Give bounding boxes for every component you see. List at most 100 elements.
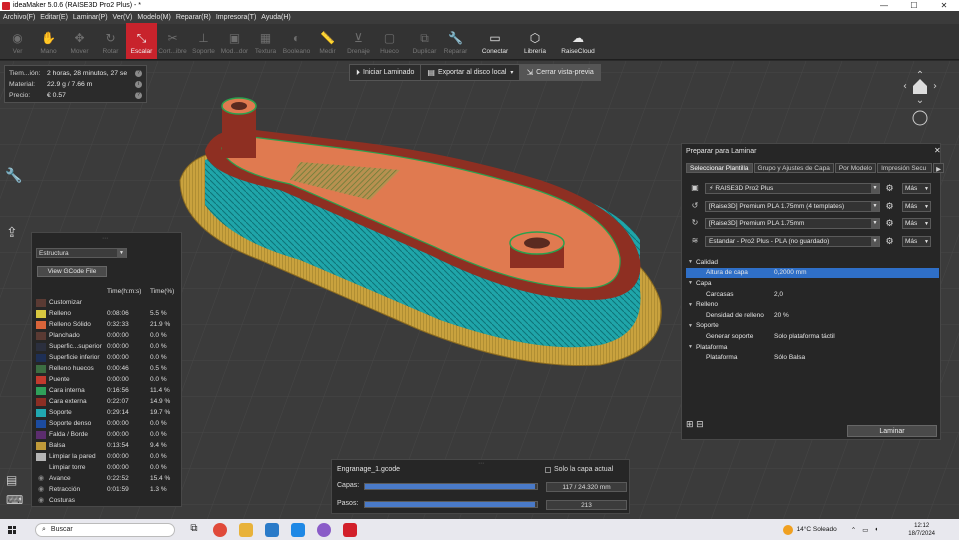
structure-row[interactable]: Limpiar la pared 0:00:00 0.0 % bbox=[36, 451, 181, 462]
tab-impresion-secuencial[interactable]: Impresión Secu bbox=[877, 163, 933, 173]
taskbar-search[interactable]: ⌕ Buscar bbox=[35, 522, 175, 537]
tool-mover-button[interactable]: ✥ Mover bbox=[64, 23, 95, 59]
color-swatch[interactable] bbox=[36, 353, 46, 362]
close-button[interactable]: ✕ bbox=[929, 1, 959, 10]
expand-triangle-icon[interactable]: ▼ bbox=[688, 259, 693, 265]
view-gcode-button[interactable]: View GCode File bbox=[37, 266, 107, 277]
info-icon[interactable]: ? bbox=[135, 92, 142, 99]
more-button[interactable]: Más ▼ bbox=[902, 235, 931, 247]
remove-icon[interactable]: ⊟ bbox=[696, 419, 704, 429]
color-swatch[interactable] bbox=[36, 464, 46, 472]
file-explorer-icon[interactable] bbox=[239, 522, 253, 537]
export-disk-button[interactable]: ▤ Exportar al disco local ▾ bbox=[421, 65, 521, 80]
gear-icon[interactable]: ⚙ bbox=[884, 183, 895, 194]
drag-handle[interactable]: ⋯ bbox=[102, 235, 108, 242]
tool-textura-button[interactable]: ▦ Textura bbox=[250, 23, 281, 59]
network-icon[interactable]: ▭ bbox=[862, 526, 868, 534]
tab-scroll-right-icon[interactable]: ▶ bbox=[933, 163, 945, 173]
tool-ver-button[interactable]: ◉ Ver bbox=[2, 23, 33, 59]
menu-ayuda[interactable]: Ayuda(H) bbox=[261, 14, 290, 21]
structure-row[interactable]: Cara interna 0:16:56 11.4 % bbox=[36, 385, 181, 396]
tool-medir-button[interactable]: 📏 Medir bbox=[312, 23, 343, 59]
tray-expand-icon[interactable]: ⌃ bbox=[851, 526, 856, 534]
minimize-button[interactable]: — bbox=[869, 1, 899, 10]
tool-modificador-button[interactable]: ▣ Mod...dor bbox=[219, 23, 250, 59]
info-icon[interactable]: ? bbox=[135, 70, 142, 77]
menu-ver[interactable]: Ver(V) bbox=[113, 14, 133, 21]
close-icon[interactable]: ✕ bbox=[934, 146, 941, 155]
structure-row[interactable]: Limpiar torre 0:00:00 0.0 % bbox=[36, 462, 181, 473]
tab-grupo-ajustes-capa[interactable]: Grupo y Ajustes de Capa bbox=[753, 163, 834, 173]
expand-triangle-icon[interactable]: ▼ bbox=[688, 280, 693, 286]
gear-icon[interactable]: ⚙ bbox=[884, 218, 895, 229]
color-swatch[interactable] bbox=[36, 452, 46, 461]
document-icon[interactable]: ▤ bbox=[6, 473, 17, 487]
gear-icon[interactable]: ⚙ bbox=[884, 236, 895, 247]
add-icon[interactable]: ⊞ bbox=[686, 419, 694, 429]
upload-icon[interactable]: ⇪ bbox=[6, 224, 18, 241]
tree-setting-row[interactable]: Plataforma Sólo Balsa bbox=[686, 352, 939, 363]
color-swatch[interactable] bbox=[36, 419, 46, 428]
laminar-button[interactable]: Laminar bbox=[847, 425, 937, 437]
tool-libreria-button[interactable]: ⬡ Librería bbox=[515, 23, 555, 59]
tool-soporte-button[interactable]: ⊥ Soporte bbox=[188, 23, 219, 59]
filament2-dropdown[interactable]: [Raise3D] Premium PLA 1.75mm ▼ bbox=[705, 217, 880, 229]
layers-slider[interactable] bbox=[364, 483, 538, 490]
visibility-eye-icon[interactable]: ◉ bbox=[36, 475, 46, 483]
structure-row[interactable]: Relleno 0:08:06 5.5 % bbox=[36, 308, 181, 319]
structure-row[interactable]: Relleno Sólido 0:32:33 21.9 % bbox=[36, 319, 181, 330]
menu-editar[interactable]: Editar(E) bbox=[40, 14, 68, 21]
gear-icon[interactable]: ⚙ bbox=[884, 201, 895, 212]
structure-row[interactable]: Soporte denso 0:00:00 0.0 % bbox=[36, 418, 181, 429]
structure-row[interactable]: ◉ Avance 0:22:52 15.4 % bbox=[36, 473, 181, 484]
expand-triangle-icon[interactable]: ▼ bbox=[688, 302, 693, 308]
menu-reparar[interactable]: Reparar(R) bbox=[176, 14, 211, 21]
menu-archivo[interactable]: Archivo(F) bbox=[3, 14, 35, 21]
tool-reparar-button[interactable]: 🔧 Reparar bbox=[440, 23, 471, 59]
store-icon[interactable] bbox=[265, 522, 279, 537]
start-slicing-button[interactable]: ⏵ Iniciar Laminado bbox=[350, 65, 422, 80]
tool-raisecloud-button[interactable]: ☁ RaiseCloud bbox=[555, 23, 601, 59]
more-button[interactable]: Más ▼ bbox=[902, 200, 931, 212]
menu-modelo[interactable]: Modelo(M) bbox=[137, 14, 170, 21]
only-current-layer-checkbox[interactable]: Solo la capa actual bbox=[545, 466, 613, 473]
tab-por-modelo[interactable]: Por Modelo bbox=[834, 163, 877, 173]
visibility-eye-icon[interactable]: ◉ bbox=[36, 486, 46, 494]
tree-group[interactable]: ▼ Soporte bbox=[686, 321, 939, 332]
more-button[interactable]: Más ▼ bbox=[902, 217, 931, 229]
tree-setting-row[interactable]: Altura de capa 0,2000 mm bbox=[686, 267, 939, 279]
color-swatch[interactable] bbox=[36, 441, 46, 450]
wrench-icon[interactable]: 🔧 bbox=[5, 167, 22, 184]
structure-row[interactable]: Relleno huecos 0:00:46 0.5 % bbox=[36, 363, 181, 374]
structure-row[interactable]: Falda / Borde 0:00:00 0.0 % bbox=[36, 429, 181, 440]
expand-triangle-icon[interactable]: ▼ bbox=[688, 323, 693, 329]
3d-rotate-icon[interactable] bbox=[912, 110, 928, 126]
color-swatch[interactable] bbox=[36, 375, 46, 384]
color-swatch[interactable] bbox=[36, 430, 46, 439]
color-swatch[interactable] bbox=[36, 397, 46, 406]
color-swatch[interactable] bbox=[36, 364, 46, 373]
structure-dropdown[interactable]: Estructura ▼ bbox=[36, 248, 127, 258]
color-swatch[interactable] bbox=[36, 309, 46, 318]
tool-cortar-button[interactable]: ✂ Cort...ibre bbox=[157, 23, 188, 59]
menu-impresora[interactable]: Impresora(T) bbox=[216, 14, 256, 21]
menu-laminar[interactable]: Laminar(P) bbox=[73, 14, 108, 21]
structure-row[interactable]: Cara externa 0:22:07 14.9 % bbox=[36, 396, 181, 407]
printer-dropdown[interactable]: ⚡ RAISE3D Pro2 Plus ▼ bbox=[705, 182, 880, 194]
color-swatch[interactable] bbox=[36, 342, 46, 351]
view-navigator[interactable]: ⌃ ‹ › ⌄ bbox=[900, 68, 940, 128]
filament1-dropdown[interactable]: [Raise3D] Premium PLA 1.75mm (4 template… bbox=[705, 200, 880, 212]
tree-setting-row[interactable]: Densidad de relleno 20 % bbox=[686, 310, 939, 321]
color-swatch[interactable] bbox=[36, 298, 46, 307]
right-arrow-icon[interactable]: › bbox=[933, 81, 937, 92]
steps-slider[interactable] bbox=[364, 501, 538, 508]
tool-mano-button[interactable]: ✋ Mano bbox=[33, 23, 64, 59]
color-swatch[interactable] bbox=[36, 386, 46, 395]
tool-hueco-button[interactable]: ▢ Hueco bbox=[374, 23, 405, 59]
structure-row[interactable]: Planchado 0:00:00 0.0 % bbox=[36, 330, 181, 341]
expand-triangle-icon[interactable]: ▼ bbox=[688, 344, 693, 350]
tool-duplicar-button[interactable]: ⧉ Duplicar bbox=[409, 23, 440, 59]
visibility-eye-icon[interactable]: ◉ bbox=[36, 497, 46, 505]
template-dropdown[interactable]: Estandar - Pro2 Plus - PLA (no guardado)… bbox=[705, 235, 880, 247]
down-arrow-icon[interactable]: ⌄ bbox=[916, 95, 924, 106]
